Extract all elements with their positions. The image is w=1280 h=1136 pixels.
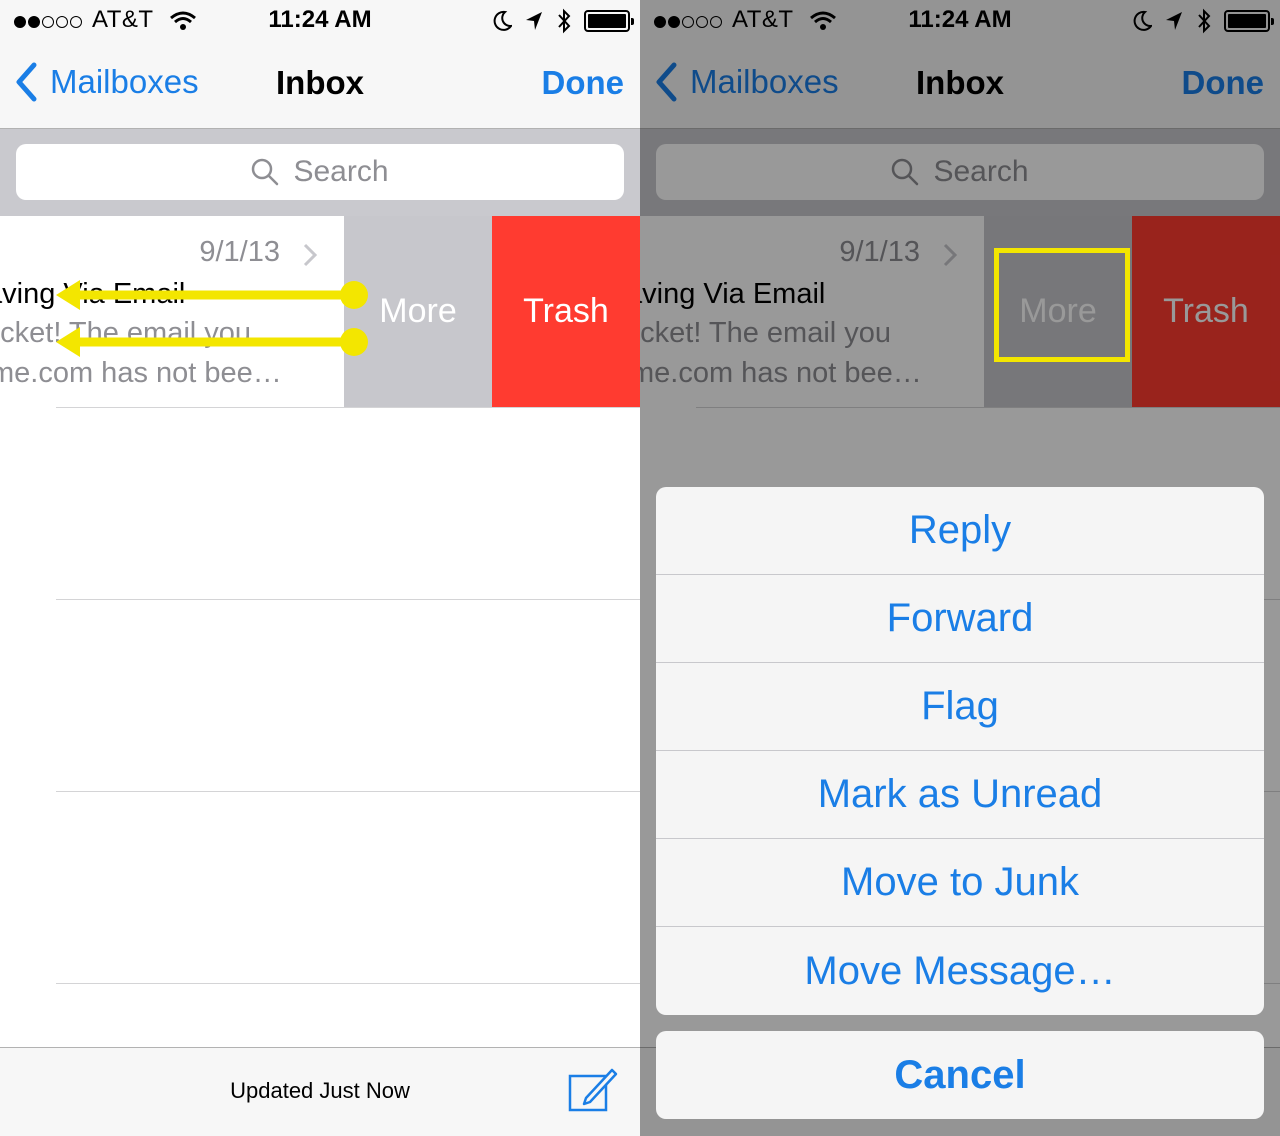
action-forward[interactable]: Forward [656,575,1264,663]
moon-icon [493,10,512,31]
search-placeholder: Search [293,155,389,188]
action-sheet: Reply Forward Flag Mark as Unread Move t… [656,487,1264,1015]
location-arrow-icon [526,12,542,30]
update-status: Updated Just Now [230,1078,410,1103]
action-flag[interactable]: Flag [656,663,1264,751]
right-screen: AT&T 11:24 AM Mailboxes Inbox Done Searc… [640,0,1280,1136]
swipe-arrow-upper [56,280,368,310]
action-mark-unread[interactable]: Mark as Unread [656,751,1264,839]
row-separator [56,407,640,408]
swipe-arrows-annotation [56,280,368,357]
action-reply[interactable]: Reply [656,487,1264,575]
bluetooth-icon [558,8,571,34]
action-move-to-junk[interactable]: Move to Junk [656,839,1264,927]
battery-icon [584,10,634,32]
row-separator [56,791,640,792]
done-button[interactable]: Done [542,64,625,102]
trash-button[interactable]: Trash [492,216,640,407]
search-input[interactable]: Search [16,144,624,200]
left-screen: AT&T 11:24 AM Mailboxes Inbox Done Searc… [0,0,640,1136]
swipe-arrow-lower [56,327,368,357]
bottom-toolbar: Updated Just Now [0,1047,640,1136]
search-bar: Search [0,129,640,216]
row-separator [56,599,640,600]
cancel-button[interactable]: Cancel [656,1031,1264,1119]
action-move-message[interactable]: Move Message… [656,927,1264,1015]
row-separator [56,983,640,984]
compose-icon[interactable] [566,1066,618,1114]
search-icon [252,158,279,186]
more-button-highlight-annotation [994,248,1130,362]
status-bar: AT&T 11:24 AM [0,0,640,40]
nav-bar: Mailboxes Inbox Done [0,40,640,129]
